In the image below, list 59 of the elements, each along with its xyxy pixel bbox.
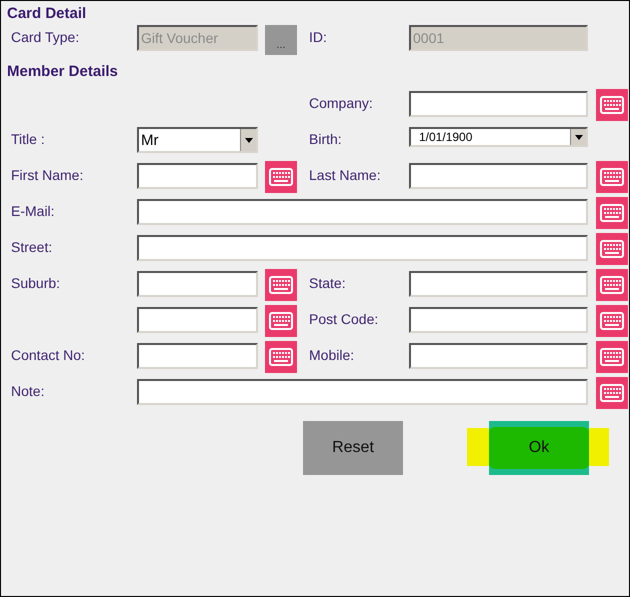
- keyboard-button[interactable]: [596, 341, 628, 373]
- keyboard-button[interactable]: [596, 89, 628, 121]
- field-label: Last Name:: [308, 166, 382, 183]
- text-field[interactable]: [409, 271, 588, 297]
- keyboard-icon: [269, 312, 293, 330]
- keyboard-button[interactable]: [265, 269, 297, 301]
- keyboard-icon: [600, 96, 624, 114]
- keyboard-icon: [269, 348, 293, 366]
- text-field[interactable]: [409, 91, 588, 117]
- field-label: Post Code:: [308, 310, 380, 327]
- field-label: Suburb:: [10, 274, 62, 291]
- field-label: First Name:: [10, 166, 84, 183]
- dropdown[interactable]: Mr: [137, 127, 258, 153]
- field-label: Title :: [10, 130, 46, 147]
- field-label: Company:: [308, 94, 374, 111]
- section-heading: Member Details: [6, 62, 119, 82]
- text-field[interactable]: [137, 307, 258, 333]
- keyboard-icon: [600, 276, 624, 294]
- ok-button[interactable]: Ok: [489, 421, 589, 475]
- field-label: Card Type:: [10, 28, 80, 45]
- field-label: ID:: [308, 28, 328, 45]
- field-label: Contact No:: [10, 346, 86, 363]
- field-label: Birth:: [308, 130, 343, 147]
- keyboard-icon: [600, 312, 624, 330]
- text-field[interactable]: [137, 343, 258, 369]
- field-label: Mobile:: [308, 346, 356, 363]
- keyboard-button[interactable]: [596, 269, 628, 301]
- text-field[interactable]: [409, 343, 588, 369]
- reset-button[interactable]: Reset: [303, 421, 403, 475]
- field-label: Note:: [10, 382, 46, 399]
- text-field[interactable]: [137, 379, 588, 405]
- keyboard-icon: [269, 276, 293, 294]
- text-field[interactable]: [137, 235, 588, 261]
- keyboard-icon: [600, 240, 624, 258]
- field-label: E-Mail:: [10, 202, 56, 219]
- text-field[interactable]: [409, 163, 588, 189]
- caret-icon: [244, 138, 252, 142]
- text-field[interactable]: [409, 307, 588, 333]
- text-field[interactable]: [137, 199, 588, 225]
- keyboard-icon: [269, 168, 293, 186]
- keyboard-button[interactable]: [265, 305, 297, 337]
- keyboard-button[interactable]: [596, 305, 628, 337]
- keyboard-button[interactable]: [596, 197, 628, 229]
- text-field[interactable]: [137, 163, 258, 189]
- field-label: State:: [308, 274, 347, 291]
- keyboard-icon: [600, 348, 624, 366]
- keyboard-icon: [600, 168, 624, 186]
- field-label: Street:: [10, 238, 54, 255]
- section-heading: Card Detail: [6, 4, 88, 24]
- keyboard-icon: [600, 204, 624, 222]
- keyboard-icon: [600, 384, 624, 402]
- keyboard-button[interactable]: [265, 161, 297, 193]
- keyboard-button[interactable]: [265, 341, 297, 373]
- text-field[interactable]: [137, 271, 258, 297]
- keyboard-button[interactable]: [596, 377, 628, 409]
- keyboard-button[interactable]: [596, 233, 628, 265]
- keyboard-button[interactable]: [596, 161, 628, 193]
- dropdown[interactable]: 1/01/1900: [409, 127, 588, 147]
- caret-icon: [574, 134, 582, 140]
